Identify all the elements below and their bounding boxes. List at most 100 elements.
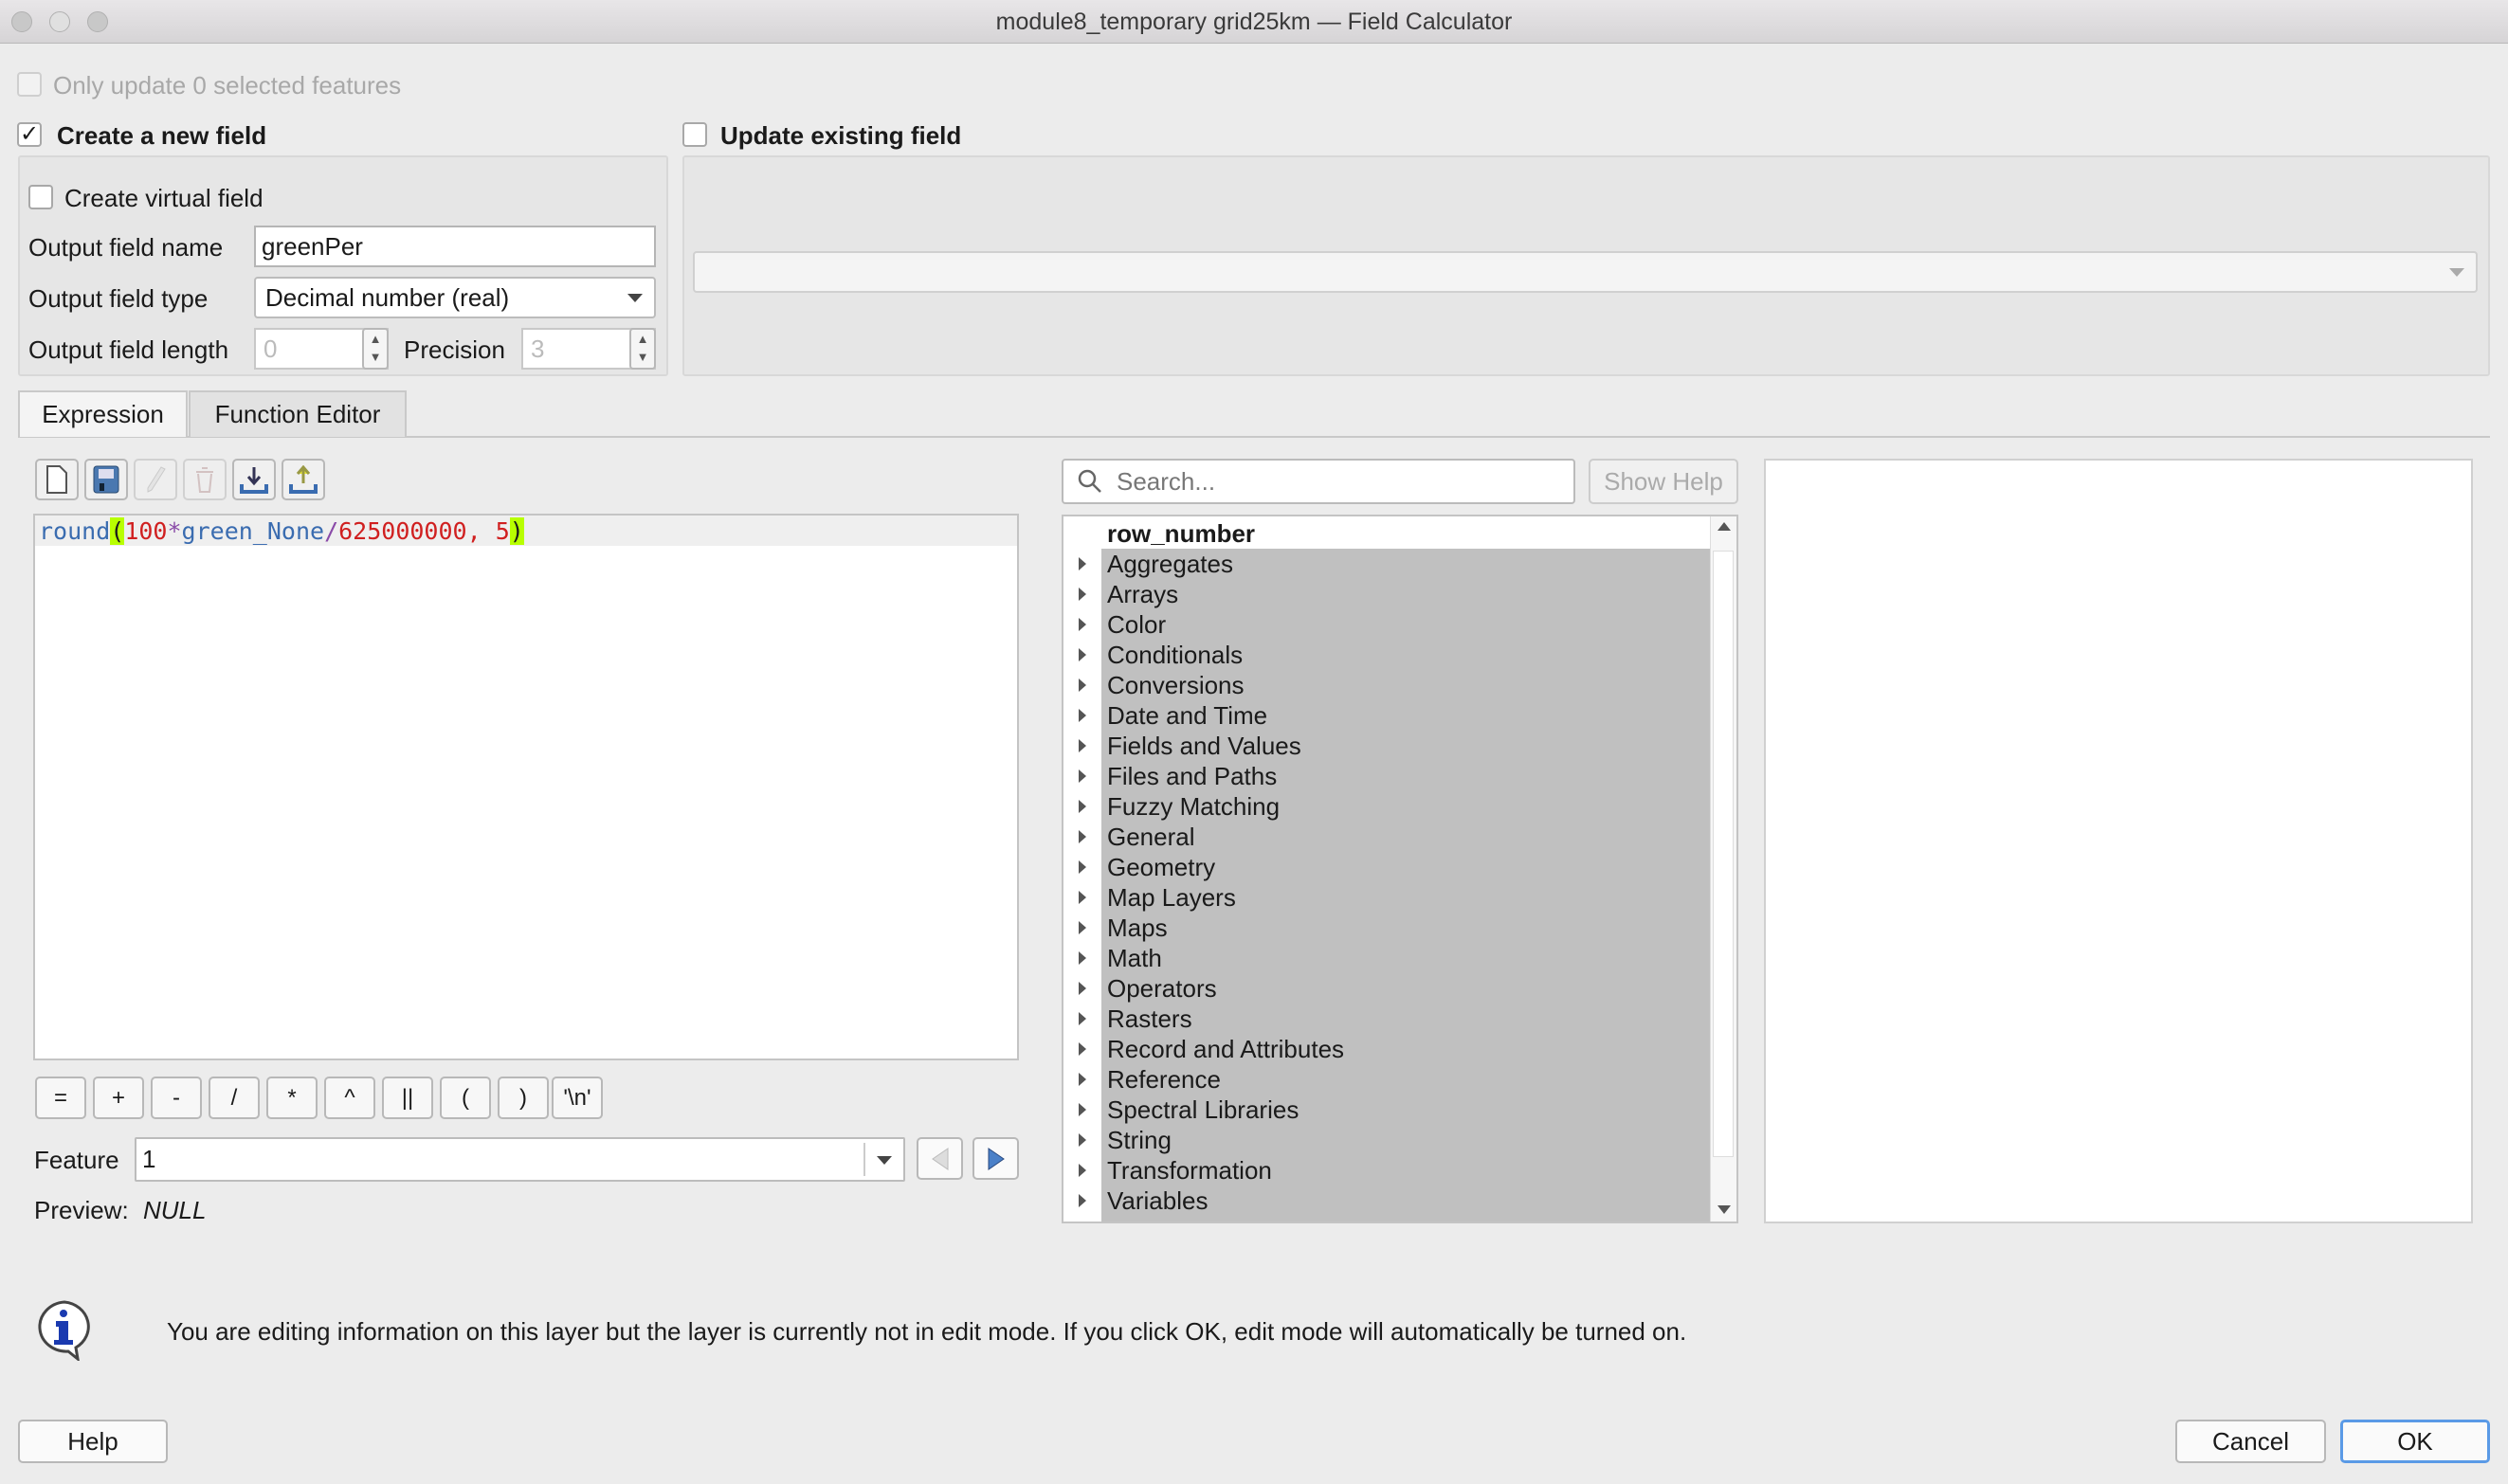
update-existing-checkbox[interactable]: [682, 122, 707, 147]
operator-minus-button[interactable]: -: [151, 1077, 202, 1119]
expand-arrow-icon[interactable]: [1079, 679, 1086, 692]
expand-arrow-icon[interactable]: [1079, 588, 1086, 601]
tree-group-label: Recent (fieldcalc): [1101, 1216, 1714, 1222]
operator-open-paren-button[interactable]: (: [440, 1077, 491, 1119]
feature-select[interactable]: 1: [135, 1137, 905, 1182]
tree-group-label: Maps: [1101, 913, 1714, 943]
tab-expression[interactable]: Expression: [18, 390, 188, 437]
expand-arrow-icon[interactable]: [1079, 1133, 1086, 1147]
chevron-down-icon: [627, 294, 643, 302]
edit-button[interactable]: [134, 459, 177, 500]
trash-icon: [196, 467, 213, 493]
tree-group-item[interactable]: Files and Paths: [1063, 761, 1714, 791]
tree-group-item[interactable]: String: [1063, 1125, 1714, 1155]
tree-group-item[interactable]: Fields and Values: [1063, 731, 1714, 761]
export-button[interactable]: [282, 459, 325, 500]
tree-group-item[interactable]: Recent (fieldcalc): [1063, 1216, 1714, 1222]
tree-group-item[interactable]: Variables: [1063, 1185, 1714, 1216]
search-input[interactable]: Search...: [1062, 459, 1575, 504]
help-button[interactable]: Help: [18, 1420, 168, 1463]
operator-newline-button[interactable]: '\n': [552, 1077, 603, 1119]
expand-arrow-icon[interactable]: [1079, 830, 1086, 843]
delete-button[interactable]: [183, 459, 227, 500]
previous-feature-button[interactable]: [917, 1137, 963, 1180]
tree-group-item[interactable]: Operators: [1063, 973, 1714, 1004]
tree-group-item[interactable]: Aggregates: [1063, 549, 1714, 579]
expand-arrow-icon[interactable]: [1079, 1012, 1086, 1025]
tree-group-item[interactable]: Maps: [1063, 913, 1714, 943]
operator-divide-button[interactable]: /: [209, 1077, 260, 1119]
tree-group-item[interactable]: Math: [1063, 943, 1714, 973]
expression-editor[interactable]: round(100*green_None/625000000, 5): [33, 514, 1019, 1060]
function-tree[interactable]: row_number Aggregates Arrays Color Conditio…: [1062, 515, 1738, 1223]
expand-arrow-icon[interactable]: [1079, 1103, 1086, 1116]
output-name-input[interactable]: greenPer: [254, 226, 656, 267]
spin-arrows-icon[interactable]: ▲ ▼: [629, 328, 656, 370]
operator-concat-button[interactable]: ||: [382, 1077, 433, 1119]
new-file-button[interactable]: [35, 459, 79, 500]
expand-arrow-icon[interactable]: [1079, 1194, 1086, 1207]
precision-spinbox[interactable]: 3 ▲ ▼: [521, 328, 656, 370]
tree-group-item[interactable]: General: [1063, 822, 1714, 852]
operator-multiply-button[interactable]: *: [266, 1077, 318, 1119]
tree-group-item[interactable]: Fuzzy Matching: [1063, 791, 1714, 822]
scroll-down-icon[interactable]: [1717, 1205, 1731, 1214]
operator-equals-button[interactable]: =: [35, 1077, 86, 1119]
cancel-button[interactable]: Cancel: [2175, 1420, 2326, 1463]
preview-label: Preview:: [34, 1196, 129, 1224]
tree-group-item[interactable]: Reference: [1063, 1064, 1714, 1095]
virtual-field-checkbox[interactable]: [28, 185, 53, 209]
import-button[interactable]: [232, 459, 276, 500]
spin-arrows-icon[interactable]: ▲ ▼: [362, 328, 389, 370]
expand-arrow-icon[interactable]: [1079, 769, 1086, 783]
operator-power-button[interactable]: ^: [324, 1077, 375, 1119]
tree-group-item[interactable]: Map Layers: [1063, 882, 1714, 913]
precision-label: Precision: [404, 335, 505, 364]
tree-group-item[interactable]: Date and Time: [1063, 700, 1714, 731]
expand-arrow-icon[interactable]: [1079, 982, 1086, 995]
create-new-field-checkbox[interactable]: ✓: [17, 122, 42, 147]
scroll-up-icon[interactable]: [1717, 522, 1731, 531]
ok-button[interactable]: OK: [2340, 1420, 2490, 1463]
save-button[interactable]: [84, 459, 128, 500]
tree-group-item[interactable]: Spectral Libraries: [1063, 1095, 1714, 1125]
expand-arrow-icon[interactable]: [1079, 739, 1086, 752]
output-length-spinbox[interactable]: 0 ▲ ▼: [254, 328, 389, 370]
tree-group-item[interactable]: Record and Attributes: [1063, 1034, 1714, 1064]
expand-arrow-icon[interactable]: [1079, 800, 1086, 813]
expand-arrow-icon[interactable]: [1079, 951, 1086, 965]
expand-arrow-icon[interactable]: [1079, 1042, 1086, 1056]
tree-group-item[interactable]: Transformation: [1063, 1155, 1714, 1185]
title-bar: module8_temporary grid25km — Field Calcu…: [0, 0, 2508, 44]
expand-arrow-icon[interactable]: [1079, 1073, 1086, 1086]
tree-group-label: Geometry: [1101, 852, 1714, 882]
tree-group-label: Operators: [1101, 973, 1714, 1004]
tree-group-label: Rasters: [1101, 1004, 1714, 1034]
next-feature-button[interactable]: [972, 1137, 1019, 1180]
expand-arrow-icon[interactable]: [1079, 860, 1086, 874]
expand-arrow-icon[interactable]: [1079, 557, 1086, 570]
operator-plus-button[interactable]: +: [93, 1077, 144, 1119]
tab-function-editor[interactable]: Function Editor: [189, 390, 407, 437]
tree-group-item[interactable]: Arrays: [1063, 579, 1714, 609]
output-type-value: Decimal number (real): [265, 282, 510, 312]
existing-field-select[interactable]: [693, 251, 2478, 293]
expand-arrow-icon[interactable]: [1079, 891, 1086, 904]
tree-scrollbar[interactable]: [1710, 516, 1736, 1222]
expand-arrow-icon[interactable]: [1079, 1164, 1086, 1177]
expand-arrow-icon[interactable]: [1079, 648, 1086, 661]
tree-item-row-number[interactable]: row_number: [1063, 518, 1714, 549]
operator-close-paren-button[interactable]: ): [498, 1077, 549, 1119]
tree-group-item[interactable]: Conversions: [1063, 670, 1714, 700]
show-help-button[interactable]: Show Help: [1589, 459, 1738, 504]
tree-group-item[interactable]: Geometry: [1063, 852, 1714, 882]
only-update-checkbox[interactable]: [17, 72, 42, 97]
tree-group-item[interactable]: Conditionals: [1063, 640, 1714, 670]
expand-arrow-icon[interactable]: [1079, 921, 1086, 934]
scrollbar-thumb[interactable]: [1713, 551, 1734, 1157]
tree-group-item[interactable]: Color: [1063, 609, 1714, 640]
expand-arrow-icon[interactable]: [1079, 618, 1086, 631]
output-type-select[interactable]: Decimal number (real): [254, 277, 656, 318]
expand-arrow-icon[interactable]: [1079, 709, 1086, 722]
tree-group-item[interactable]: Rasters: [1063, 1004, 1714, 1034]
